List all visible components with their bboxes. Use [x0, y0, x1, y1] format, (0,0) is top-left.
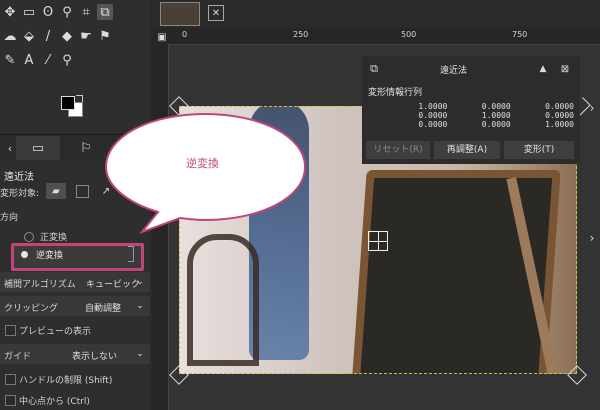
- chevron-down-icon: ⌄: [136, 277, 144, 287]
- dialog-title: 遠近法: [440, 66, 468, 76]
- close-tab-icon[interactable]: ✕: [208, 5, 224, 21]
- matrix-cell: 0.0000: [481, 102, 511, 111]
- matrix-cell: 0.0000: [418, 111, 448, 120]
- radio-inverse[interactable]: [21, 251, 28, 258]
- matrix-cell: 1.0000: [481, 111, 511, 120]
- clone-icon[interactable]: ⚑: [97, 28, 113, 44]
- ruler-tick: 0: [182, 30, 188, 39]
- matrix-cell: 0.0000: [481, 120, 511, 129]
- center-crosshair-icon[interactable]: [368, 231, 388, 251]
- perspective-icon: ⧉: [370, 62, 378, 75]
- smudge-icon[interactable]: ☛: [78, 28, 94, 44]
- tool-options-icon: ▭: [31, 140, 45, 156]
- move-icon[interactable]: ✥: [2, 4, 18, 20]
- preview-label: プレビューの表示: [19, 327, 92, 337]
- paintbrush-icon[interactable]: /: [40, 28, 56, 44]
- rect-select-icon[interactable]: ▭: [21, 4, 37, 20]
- matrix-cell: 0.0000: [418, 120, 448, 129]
- collapse-icon[interactable]: ▲: [535, 61, 551, 77]
- zoom-icon[interactable]: ⚲: [59, 52, 75, 68]
- bucket-fill-icon[interactable]: ⬙: [21, 28, 37, 44]
- transform-target-label: 変形対象:: [0, 189, 40, 199]
- direction-label: 方向: [0, 213, 19, 223]
- center-label: 中心点から (Ctrl): [19, 397, 90, 407]
- inverse-chain-handle: [128, 246, 134, 262]
- constrain-checkbox[interactable]: [5, 374, 16, 385]
- lasso-icon[interactable]: ʘ: [40, 4, 56, 20]
- ruler-tick: 750: [512, 30, 528, 39]
- callout-text: 逆変換: [186, 157, 219, 170]
- matrix-cell: 0.0000: [545, 102, 574, 111]
- matrix-table: 1.0000 0.0000 0.0000 0.0000 1.0000 0.0000 0.…: [384, 102, 574, 129]
- interpolation-label: 補間アルゴリズム: [4, 280, 76, 290]
- fuzzy-select-icon[interactable]: ⚲: [59, 4, 75, 20]
- path-icon[interactable]: ✎: [2, 52, 18, 68]
- preview-checkbox[interactable]: [5, 325, 16, 336]
- matrix-row: 1.0000 0.0000 0.0000: [384, 102, 574, 111]
- ruler-tick: 500: [401, 30, 417, 39]
- layer-icon: ▰: [52, 185, 60, 197]
- transform-button[interactable]: 変形(T): [504, 141, 574, 159]
- chevron-right-icon[interactable]: ›: [584, 100, 600, 116]
- readjust-button[interactable]: 再調整(A): [434, 141, 500, 159]
- chevron-down-icon: ⌄: [136, 301, 144, 311]
- ruler-tick: 250: [293, 30, 309, 39]
- chevron-right-icon[interactable]: ›: [584, 230, 600, 246]
- guide-label: ガイド: [4, 352, 32, 362]
- matrix-cell: 1.0000: [418, 102, 448, 111]
- color-picker-icon[interactable]: ⁄: [40, 52, 56, 68]
- radio-inverse-box[interactable]: [11, 243, 144, 271]
- matrix-label: 変形情報行列: [368, 88, 423, 98]
- eraser-icon[interactable]: ◆: [59, 28, 75, 44]
- chevron-down-icon: ⌄: [136, 349, 144, 359]
- callout-bubble: [104, 112, 307, 235]
- image-thumbnail[interactable]: [160, 2, 200, 26]
- ruler-horizontal: [152, 28, 600, 45]
- reset-button[interactable]: リセット(R): [366, 141, 430, 159]
- tool-options-title: 遠近法: [4, 172, 34, 183]
- quick-mask-icon[interactable]: ▣: [154, 29, 170, 45]
- matrix-cell: 0.0000: [545, 111, 574, 120]
- text-icon[interactable]: A: [21, 52, 37, 68]
- clipping-value: 自動調整: [85, 304, 122, 314]
- matrix-cell: 1.0000: [545, 120, 574, 129]
- matrix-row: 0.0000 0.0000 1.0000: [384, 120, 574, 129]
- radio-inverse-label: 逆変換: [36, 251, 64, 261]
- crop-icon[interactable]: ⌗: [78, 4, 94, 20]
- radio-forward[interactable]: [24, 232, 34, 242]
- radio-forward-label: 正変換: [40, 233, 68, 243]
- constrain-label: ハンドルの制限 (Shift): [19, 376, 113, 386]
- center-checkbox[interactable]: [5, 395, 16, 406]
- warp-icon[interactable]: ☁: [2, 28, 18, 44]
- close-dialog-icon[interactable]: ⊠: [557, 61, 573, 77]
- fg-color-swatch[interactable]: [61, 96, 75, 110]
- transform-selection-button[interactable]: [76, 185, 89, 198]
- tab-device-status-icon[interactable]: ⚐: [78, 140, 94, 156]
- clipping-label: クリッピング: [4, 304, 59, 314]
- guide-value: 表示しない: [72, 352, 118, 362]
- swap-colors-icon[interactable]: [76, 95, 83, 102]
- perspective-icon[interactable]: ⧉: [97, 4, 113, 20]
- matrix-row: 0.0000 1.0000 0.0000: [384, 111, 574, 120]
